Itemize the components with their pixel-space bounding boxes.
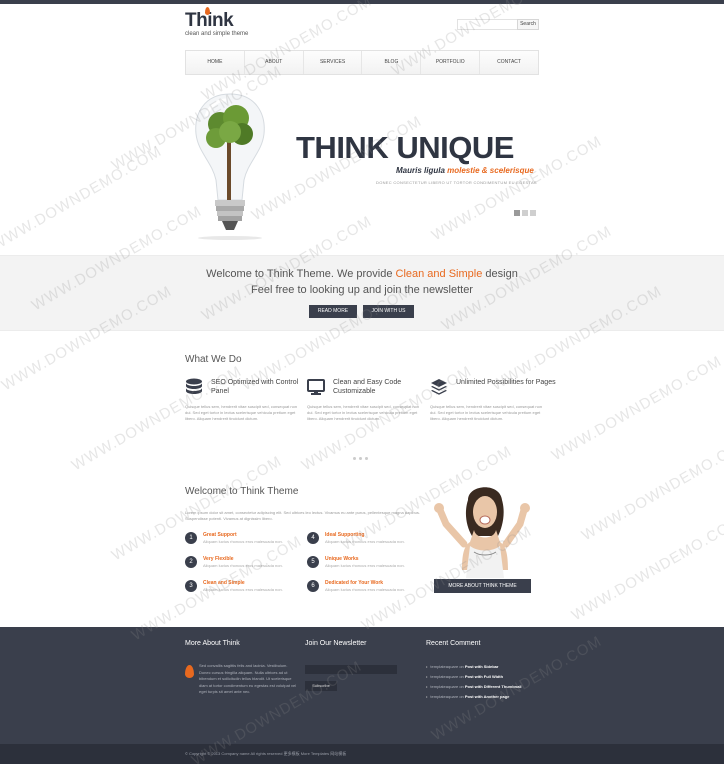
- join-button[interactable]: JOIN WITH US: [363, 305, 414, 318]
- hero-title: THINK UNIQUE: [296, 130, 514, 165]
- comment-author: templateaquare on: [430, 674, 465, 679]
- number-badge: 5: [307, 556, 319, 568]
- search-button[interactable]: Search: [517, 19, 539, 30]
- comment-author: templateaquare on: [430, 694, 465, 699]
- welcome-line-1-start: Welcome to Think Theme. We provide: [206, 268, 396, 280]
- welcome-line-1: Welcome to Think Theme. We provide Clean…: [0, 268, 724, 280]
- comment-post-link[interactable]: Post with Full Width: [465, 674, 503, 679]
- recent-comment[interactable]: • templateaquare on Post with Different T…: [426, 684, 522, 689]
- bullet-icon: •: [426, 694, 428, 699]
- item-title: Unique Works: [325, 556, 359, 562]
- footer-about-title: More About Think: [185, 640, 240, 647]
- item-title: Ideal Supporting: [325, 532, 365, 538]
- comment-author: templateaquare on: [430, 664, 465, 669]
- comment-post-link[interactable]: Post with Sidebar: [465, 664, 499, 669]
- list-item: 4 Ideal Supporting Aliquam luctus rhoncu…: [307, 532, 425, 552]
- item-text: Aliquam luctus rhoncus eros malesuada no…: [325, 539, 405, 544]
- slider-dot[interactable]: [514, 210, 520, 216]
- nav-blog[interactable]: BLOG: [362, 51, 422, 74]
- comment-post-link[interactable]: Post with Another page: [465, 694, 510, 699]
- top-border: [0, 0, 724, 4]
- woman-photo: [434, 487, 530, 578]
- flame-icon: [185, 665, 194, 678]
- hero-subtitle-accent: molestie & scelerisque: [447, 166, 534, 175]
- search-input[interactable]: [457, 19, 517, 30]
- monitor-icon: [307, 379, 325, 395]
- watermark: WWW.DOWNDEMO.COM: [578, 432, 724, 545]
- main-nav: HOME ABOUT SERVICES BLOG PORTFOLIO CONTA…: [185, 50, 539, 75]
- recent-comment[interactable]: • templateaquare on Post with Another pag…: [426, 694, 509, 699]
- hero-small-text: DONEC CONSECTETUR LIBERO UT TORTOR CONDI…: [376, 180, 537, 185]
- flame-icon: [205, 7, 210, 15]
- hero-subtitle: Mauris ligula molestie & scelerisque: [396, 166, 534, 175]
- section-divider: [353, 457, 368, 460]
- bullet-icon: •: [426, 684, 428, 689]
- nav-about[interactable]: ABOUT: [245, 51, 304, 74]
- item-text: Aliquam luctus rhoncus eros malesuada no…: [203, 539, 283, 544]
- logo[interactable]: Think clean and simple theme: [185, 7, 248, 37]
- subscribe-button[interactable]: Subscribe: [305, 681, 337, 691]
- item-text: Aliquam luctus rhoncus eros malesuada no…: [203, 563, 283, 568]
- feature-title: SEO Optimized with Control Panel: [211, 379, 299, 395]
- list-item: 1 Great Support Aliquam luctus rhoncus e…: [185, 532, 303, 552]
- number-badge: 6: [307, 580, 319, 592]
- welcome-section-title: Welcome to Think Theme: [185, 486, 299, 497]
- what-we-do-title: What We Do: [185, 354, 242, 365]
- bullet-icon: •: [426, 664, 428, 669]
- recent-comment[interactable]: • templateaquare on Post with Full Width: [426, 674, 503, 679]
- watermark: WWW.DOWNDEMO.COM: [568, 512, 724, 625]
- watermark: WWW.DOWNDEMO.COM: [548, 352, 724, 465]
- list-item: 6 Dedicated for Your Work Aliquam luctus…: [307, 580, 425, 600]
- database-icon: [186, 378, 202, 394]
- newsletter-email-input[interactable]: [305, 665, 397, 674]
- feature-text: Quisque tellus sem, hendrerit vitae susc…: [185, 404, 298, 421]
- copyright: © Copyright © 2013 Company name All righ…: [185, 751, 347, 756]
- list-item: 2 Very Flexible Aliquam luctus rhoncus e…: [185, 556, 303, 576]
- feature-text: Quisque tellus sem, hendrerit vitae susc…: [307, 404, 420, 421]
- bullet-icon: •: [426, 674, 428, 679]
- feature-title: Clean and Easy Code Customizable: [333, 379, 402, 395]
- number-badge: 2: [185, 556, 197, 568]
- number-badge: 3: [185, 580, 197, 592]
- nav-services[interactable]: SERVICES: [304, 51, 363, 74]
- lightbulb-tree-image: [195, 93, 265, 240]
- footer-about-text: Sed convallis sagittis felis and lacinia…: [199, 663, 297, 694]
- comment-post-link[interactable]: Post with Different Thumbnail: [465, 684, 522, 689]
- slider-dot[interactable]: [522, 210, 528, 216]
- welcome-line-1-accent: Clean and Simple: [395, 268, 483, 280]
- welcome-intro: Lorem ipsum dolor sit amet, consectetur …: [185, 510, 420, 521]
- footer-newsletter-title: Join Our Newsletter: [305, 640, 367, 647]
- footer-comments-title: Recent Comment: [426, 640, 481, 647]
- nav-home[interactable]: HOME: [186, 51, 245, 74]
- feature-text: Quisque tellus sem, hendrerit vitae susc…: [430, 404, 543, 421]
- item-title: Clean and Simple: [203, 580, 245, 586]
- item-title: Dedicated for Your Work: [325, 580, 384, 586]
- item-title: Great Support: [203, 532, 237, 538]
- slider-pagination: [514, 210, 536, 216]
- hero-subtitle-start: Mauris ligula: [396, 166, 448, 175]
- number-badge: 4: [307, 532, 319, 544]
- layers-icon: [431, 379, 447, 395]
- recent-comment[interactable]: • templateaquare on Post with Sidebar: [426, 664, 498, 669]
- welcome-line-2: Feel free to looking up and join the new…: [251, 284, 473, 296]
- comment-author: templateaquare on: [430, 684, 465, 689]
- item-text: Aliquam luctus rhoncus eros malesuada no…: [203, 587, 283, 592]
- feature-title: Unlimited Possibilities for Pages: [456, 379, 556, 386]
- list-item: 5 Unique Works Aliquam luctus rhoncus er…: [307, 556, 425, 576]
- slider-dot[interactable]: [530, 210, 536, 216]
- item-title: Very Flexible: [203, 556, 234, 562]
- watermark: WWW.DOWNDEMO.COM: [0, 142, 165, 255]
- logo-text: Think: [185, 10, 234, 31]
- more-about-button[interactable]: MORE ABOUT THINK THEME: [434, 579, 531, 593]
- search-bar: Search: [457, 19, 539, 30]
- read-more-button[interactable]: READ MORE: [309, 305, 357, 318]
- welcome-line-1-end: design: [482, 268, 518, 280]
- item-text: Aliquam luctus rhoncus eros malesuada no…: [325, 587, 405, 592]
- item-text: Aliquam luctus rhoncus eros malesuada no…: [325, 563, 405, 568]
- nav-portfolio[interactable]: PORTFOLIO: [421, 51, 481, 74]
- number-badge: 1: [185, 532, 197, 544]
- footer-bottom-bar: [0, 744, 724, 764]
- nav-contact[interactable]: CONTACT: [480, 51, 538, 74]
- list-item: 3 Clean and Simple Aliquam luctus rhoncu…: [185, 580, 303, 600]
